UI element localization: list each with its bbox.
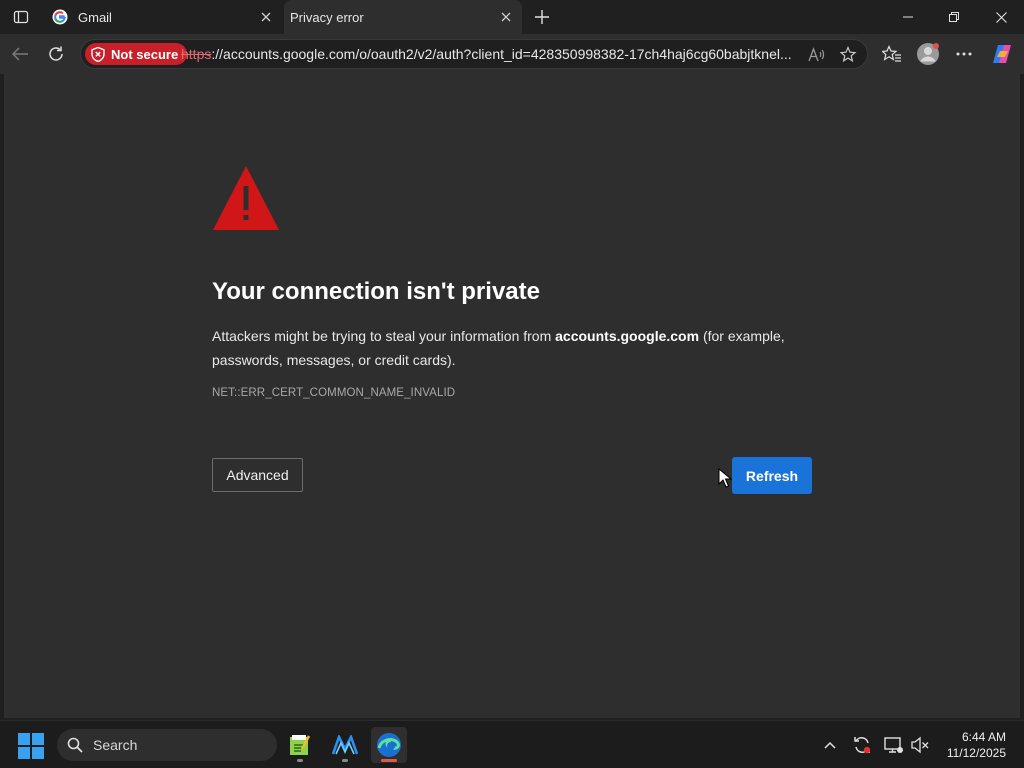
reload-icon	[49, 46, 63, 61]
taskbar: Search 6:44 AM 11/12/2025	[0, 720, 1024, 768]
app-running-indicator	[297, 759, 303, 762]
taskbar-app-edge[interactable]	[371, 727, 407, 763]
url-rest: ://accounts.google.com/o/oauth2/v2/auth?…	[211, 46, 792, 62]
display-button[interactable]	[882, 733, 906, 757]
sync-status-button[interactable]	[850, 733, 874, 757]
warning-description: Attackers might be trying to steal your …	[212, 324, 812, 372]
clock-time: 6:44 AM	[961, 730, 1006, 744]
mm-app-icon	[332, 735, 358, 755]
avatar-icon	[917, 43, 939, 65]
google-icon	[52, 9, 68, 25]
error-code: NET::ERR_CERT_COMMON_NAME_INVALID	[212, 387, 456, 399]
browser-toolbar: Not secure https://accounts.google.com/o…	[0, 34, 1024, 74]
back-arrow-icon	[11, 47, 28, 61]
tab-gmail[interactable]: Gmail	[44, 0, 282, 34]
url-text[interactable]: https://accounts.google.com/o/oauth2/v2/…	[181, 46, 801, 62]
back-button[interactable]	[6, 40, 34, 68]
favorites-button[interactable]	[878, 40, 906, 68]
copilot-button[interactable]	[988, 40, 1016, 68]
monitor-icon	[884, 737, 903, 753]
mouse-cursor-icon	[718, 468, 732, 488]
chevron-up-icon	[824, 741, 836, 749]
not-secure-badge[interactable]: Not secure	[85, 43, 188, 65]
edge-app-icon	[377, 733, 401, 757]
advanced-button[interactable]: Advanced	[212, 458, 303, 492]
taskbar-app-notepad[interactable]	[282, 727, 318, 763]
speaker-muted-icon	[911, 736, 929, 754]
star-plus-icon	[840, 46, 857, 63]
tab-strip: Gmail Privacy error	[0, 0, 1024, 34]
tab-label: Gmail	[78, 9, 112, 25]
settings-more-button[interactable]	[950, 40, 978, 68]
app-active-indicator	[381, 759, 397, 762]
address-bar[interactable]: Not secure https://accounts.google.com/o…	[80, 39, 868, 69]
notepad-app-icon	[290, 735, 311, 755]
page-title: Your connection isn't private	[212, 278, 540, 305]
reload-button[interactable]	[42, 40, 70, 68]
desc-host: accounts.google.com	[555, 328, 700, 344]
favorites-icon	[882, 45, 901, 62]
close-window-button[interactable]	[978, 0, 1024, 34]
shield-warning-icon	[91, 46, 105, 62]
read-aloud-button[interactable]	[806, 44, 828, 66]
tab-actions-icon	[13, 10, 29, 24]
show-hidden-icons-button[interactable]	[818, 733, 842, 757]
tab-label: Privacy error	[290, 9, 364, 25]
taskbar-search[interactable]: Search	[57, 729, 277, 761]
favorite-button[interactable]	[838, 44, 860, 66]
profile-button[interactable]	[914, 40, 942, 68]
windows-start-icon[interactable]	[18, 733, 44, 759]
plus-icon	[535, 10, 549, 24]
restore-button[interactable]	[931, 0, 977, 34]
warning-triangle-icon	[213, 166, 279, 230]
browser-window: Gmail Privacy error Not secure https://a…	[0, 0, 1024, 720]
app-running-indicator	[342, 759, 348, 762]
read-aloud-icon	[808, 47, 825, 62]
close-tab-icon[interactable]	[258, 9, 274, 25]
tab-actions-button[interactable]	[8, 5, 34, 29]
minimize-icon	[903, 16, 913, 18]
system-clock[interactable]: 6:44 AM 11/12/2025	[947, 729, 1006, 761]
desc-prefix: Attackers might be trying to steal your …	[212, 328, 556, 344]
security-label: Not secure	[111, 46, 179, 62]
close-icon	[995, 11, 1007, 23]
copilot-icon	[993, 45, 1011, 63]
tab-privacy-error[interactable]: Privacy error	[284, 0, 522, 34]
new-tab-button[interactable]	[530, 5, 554, 29]
search-label: Search	[93, 737, 138, 753]
clock-date: 11/12/2025	[946, 746, 1006, 760]
interstitial-page: Your connection isn't private Attackers …	[4, 74, 1020, 718]
taskbar-app-mm[interactable]	[327, 727, 363, 763]
restore-icon	[949, 12, 959, 22]
url-scheme: https	[181, 46, 212, 62]
sync-icon	[854, 737, 871, 754]
close-tab-icon[interactable]	[498, 9, 514, 25]
refresh-button[interactable]: Refresh	[732, 457, 812, 494]
search-icon	[67, 737, 83, 753]
more-dots-icon	[956, 52, 972, 56]
minimize-button[interactable]	[885, 0, 931, 34]
volume-network-button[interactable]	[908, 733, 932, 757]
